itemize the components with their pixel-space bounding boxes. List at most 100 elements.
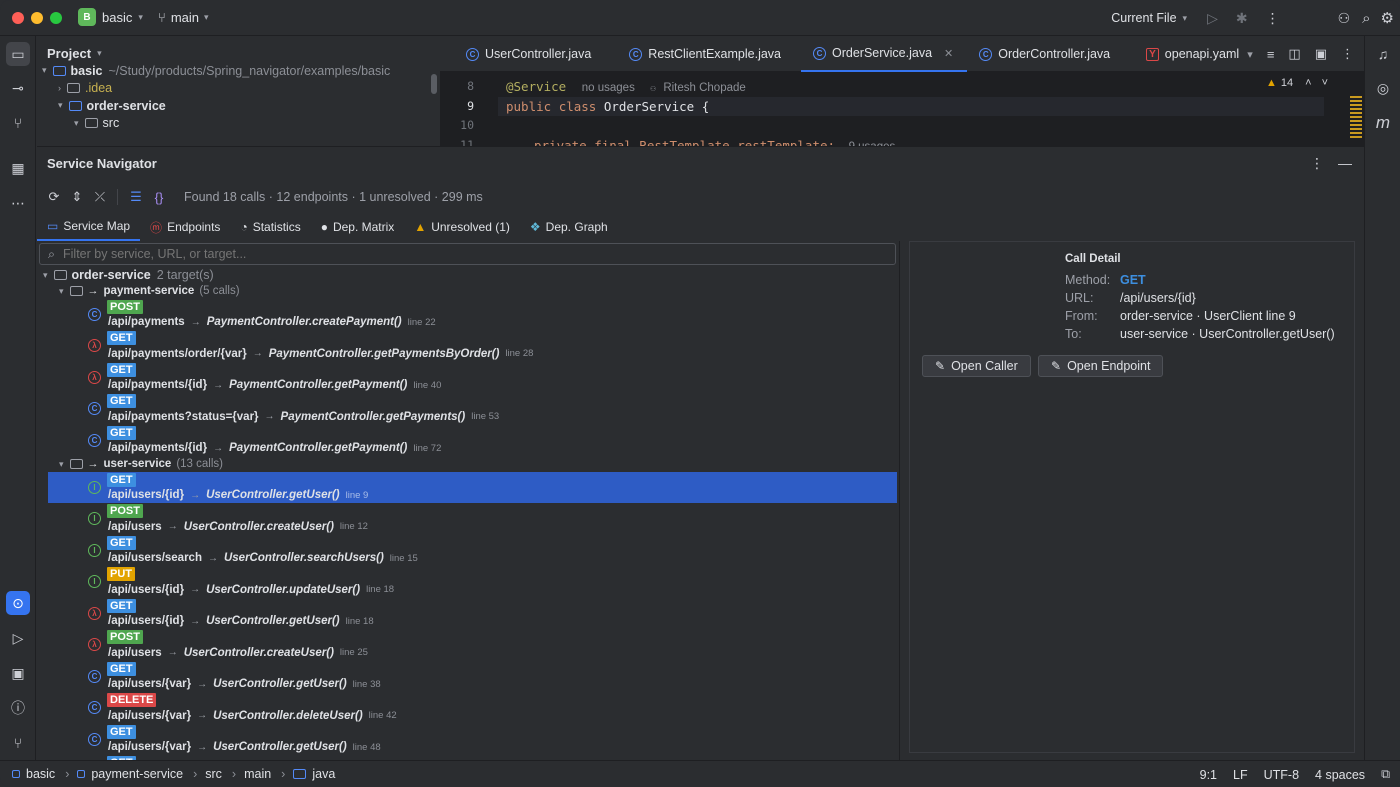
more-icon[interactable]: ⋮ (1310, 155, 1324, 172)
call-row[interactable]: λ GET/api/payments/order/{var} → PaymentCon… (48, 330, 897, 362)
chevron-down-icon: ▾ (1182, 12, 1188, 23)
refresh-icon[interactable]: ⟳ (43, 186, 65, 208)
terminal-icon[interactable]: ▣ (6, 661, 30, 685)
tab-unresolved[interactable]: ▲ Unresolved (1) (404, 213, 520, 241)
call-row[interactable]: λ GET/api/payments/{id} → PaymentController… (48, 362, 897, 394)
preview-icon[interactable]: ▣ (1315, 46, 1327, 62)
filter-input[interactable] (63, 247, 864, 261)
notifications-icon[interactable]: ♫ (1371, 42, 1395, 66)
pull-requests-icon[interactable]: ⑂ (6, 111, 30, 135)
call-row[interactable]: C GET/api/users/{var} → UserController.getU… (48, 661, 897, 693)
open-caller-button[interactable]: ✎ Open Caller (922, 355, 1031, 377)
tab-user-controller[interactable]: C UserController.java (440, 36, 605, 72)
gear-icon[interactable]: ⚙ (1381, 9, 1394, 27)
breadcrumb-item[interactable]: main › (244, 767, 285, 781)
branch-selector[interactable]: ⑂ main ▾ (158, 10, 209, 25)
file-encoding[interactable]: UTF-8 (1264, 768, 1299, 782)
chevron-down-icon[interactable]: ˅ (1322, 77, 1328, 89)
close-window-button[interactable] (12, 12, 24, 24)
code-area[interactable]: @Service no usages ⚇ Ritesh Chopade publ… (498, 72, 1324, 153)
call-row[interactable]: C GET/api/payments?status={var} → PaymentCo… (48, 393, 897, 425)
tab-order-controller[interactable]: C OrderController.java (967, 36, 1124, 72)
run-icon[interactable]: ▷ (1207, 10, 1218, 27)
minimize-window-button[interactable] (31, 12, 43, 24)
structure-icon[interactable]: ▦ (6, 156, 30, 180)
group-by-icon[interactable]: ☰ (125, 186, 147, 208)
pane-splitter[interactable] (899, 241, 900, 761)
caret-position[interactable]: 9:1 (1200, 768, 1217, 782)
project-selector[interactable]: B basic ▾ (78, 8, 143, 26)
run-config-selector[interactable]: Current File ▾ (1111, 11, 1187, 25)
problems-icon[interactable]: ⓘ (6, 696, 30, 720)
endpoints-icon: ⓜ (150, 220, 163, 235)
minimize-icon[interactable]: — (1338, 155, 1352, 172)
more-icon[interactable]: ⋮ (1341, 46, 1354, 62)
detail-key: Method: (1065, 273, 1111, 287)
service-navigator-icon[interactable]: ⊙ (6, 591, 30, 615)
error-stripe[interactable] (1350, 96, 1362, 140)
call-row[interactable]: C GET/api/payments/{id} → PaymentController… (48, 425, 897, 457)
maven-icon[interactable]: m (1371, 111, 1395, 135)
tree-item-order-service[interactable]: ▾ order-service (37, 97, 439, 115)
tree-group-payment-service[interactable]: ▾ → payment-service (5 calls) (37, 283, 240, 299)
search-icon[interactable]: ⌕ (1362, 10, 1370, 27)
menu-lines-icon[interactable]: ≡ (1267, 47, 1275, 62)
call-row[interactable]: I PUT/api/users/{id} → UserController.updat… (48, 566, 897, 598)
zoom-window-button[interactable] (50, 12, 62, 24)
tabs-dropdown-icon[interactable]: ▾ (1247, 48, 1253, 61)
tree-item-root[interactable]: ▾ basic ~/Study/products/Spring_navigato… (37, 62, 439, 80)
git-icon[interactable]: ⑂ (6, 731, 30, 755)
line-separator[interactable]: LF (1233, 768, 1248, 782)
call-row[interactable]: λ GET/api/users/{id} → UserController.getUs… (48, 598, 897, 630)
call-row[interactable]: λ POST/api/users → UserController.createUse… (48, 629, 897, 661)
project-scrollbar[interactable] (431, 74, 437, 94)
class-icon: C (979, 47, 993, 61)
call-row[interactable]: C DELETE/api/users/{var} → UserController.d… (48, 692, 897, 724)
tree-group-user-service[interactable]: ▾ → user-service (13 calls) (37, 456, 223, 472)
ai-assistant-icon[interactable]: ◎ (1371, 76, 1395, 100)
breadcrumb-item[interactable]: src › (205, 767, 236, 781)
call-row[interactable]: I GET/api/users/{id} → UserController.getUs… (48, 471, 897, 503)
warnings-indicator[interactable]: ▲ 14 ˄ ˅ (1266, 77, 1328, 89)
chevron-up-icon[interactable]: ˄ (1305, 77, 1311, 89)
json-export-icon[interactable]: {} (148, 186, 170, 208)
tab-endpoints[interactable]: ⓜ Endpoints (140, 213, 230, 241)
services-icon[interactable]: ▷ (6, 626, 30, 650)
collapse-all-icon[interactable]: ⤫ (89, 186, 111, 208)
line-ref: line 38 (352, 678, 381, 690)
tree-item-idea[interactable]: › . idea (37, 80, 439, 98)
tab-label: UserController.java (485, 47, 592, 61)
tab-service-map[interactable]: ▭ Service Map (37, 213, 141, 241)
add-user-icon[interactable]: ⚇ (1338, 10, 1351, 27)
tab-openapi-yaml[interactable]: Yopenapi.yaml (1124, 36, 1253, 72)
readonly-lock-icon[interactable]: ⧉ (1381, 767, 1390, 782)
button-label: Open Endpoint (1067, 359, 1151, 373)
call-row[interactable]: C GET/api/users/{var} → UserController.getU… (48, 724, 897, 756)
more-icon[interactable]: ⋮ (1266, 10, 1280, 27)
more-tools-icon[interactable]: ⋯ (6, 191, 30, 215)
debug-icon[interactable]: ✱ (1236, 10, 1248, 27)
tab-dep-graph[interactable]: ❖ Dep. Graph (520, 213, 618, 241)
commit-icon[interactable]: ⊸ (6, 76, 30, 100)
tab-statistics[interactable]: ◔ Statistics (230, 213, 310, 241)
project-tool-icon[interactable]: ▭ (6, 42, 30, 66)
tab-rest-client-example[interactable]: C RestClientExample.java (605, 36, 795, 72)
tree-root-order-service[interactable]: ▾ order-service 2 target(s) (37, 267, 214, 283)
breadcrumb-item[interactable]: payment-service › (77, 767, 197, 781)
http-method-badge: GET (107, 425, 136, 440)
indent-setting[interactable]: 4 spaces (1315, 768, 1365, 782)
split-view-icon[interactable]: ◫ (1288, 46, 1300, 62)
tree-item-src[interactable]: ▾ src (37, 115, 439, 133)
navigator-tabs: ▭ Service Map ⓜ Endpoints ◔ Statistics ● Dep… (37, 213, 618, 241)
tab-dep-matrix[interactable]: ● Dep. Matrix (311, 213, 405, 241)
call-row[interactable]: I POST/api/users → UserController.createUse… (48, 503, 897, 535)
breadcrumb-item[interactable]: basic › (12, 767, 69, 781)
breadcrumb-item[interactable]: java (293, 767, 335, 781)
expand-all-icon[interactable]: ⇕ (66, 186, 88, 208)
open-endpoint-button[interactable]: ✎ Open Endpoint (1038, 355, 1164, 377)
call-row[interactable]: I GET/api/users/search → UserController.sea… (48, 535, 897, 567)
call-row[interactable]: C POST/api/payments → PaymentController.cre… (48, 299, 897, 331)
tab-order-service[interactable]: C OrderService.java ✕ (801, 36, 968, 72)
close-tab-icon[interactable]: ✕ (944, 47, 953, 60)
call-kind-icon: C (88, 701, 101, 714)
